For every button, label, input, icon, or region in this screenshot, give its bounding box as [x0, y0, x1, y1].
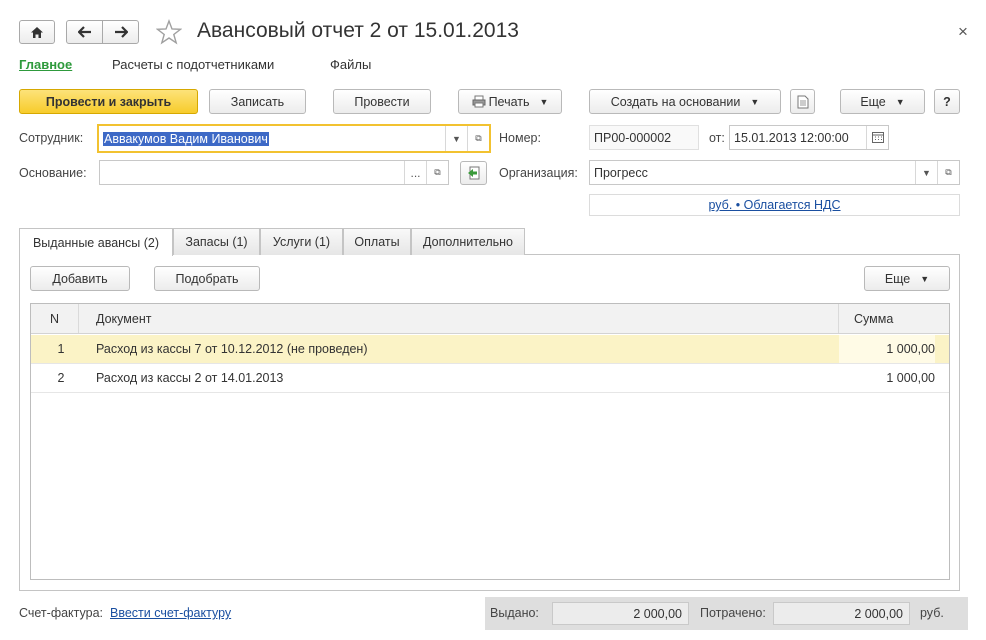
printer-icon: [472, 95, 486, 108]
row-sum: 1 000,00: [839, 335, 935, 363]
open-icon[interactable]: ⧉: [426, 161, 448, 184]
open-icon[interactable]: ⧉: [467, 126, 489, 151]
table-row[interactable]: 1 Расход из кассы 7 от 10.12.2012 (не пр…: [31, 335, 949, 364]
organization-dropdown-icon[interactable]: ▼: [915, 161, 937, 184]
more-label: Еще: [860, 94, 886, 109]
date-field[interactable]: 15.01.2013 12:00:00: [729, 125, 889, 150]
arrow-left-icon: [77, 26, 91, 38]
spent-label: Потрачено:: [700, 606, 766, 620]
table-more-label: Еще: [884, 271, 911, 286]
save-button[interactable]: Записать: [209, 89, 306, 114]
nav-tab-files[interactable]: Файлы: [330, 57, 371, 72]
fill-basis-button[interactable]: [460, 161, 487, 185]
number-label: Номер:: [499, 131, 541, 145]
forward-button[interactable]: [102, 20, 139, 44]
home-button[interactable]: [19, 20, 55, 44]
chevron-down-icon: ▼: [539, 96, 549, 107]
enter-invoice-link[interactable]: Ввести счет-фактуру: [110, 606, 231, 620]
column-header-n[interactable]: N: [31, 304, 79, 333]
currency-vat-panel: руб. • Облагается НДС: [589, 194, 960, 216]
invoice-label: Счет-фактура:: [19, 606, 104, 620]
post-button[interactable]: Провести: [333, 89, 431, 114]
employee-label: Сотрудник:: [19, 131, 84, 145]
spent-value: 2 000,00: [773, 602, 910, 625]
row-number: 2: [57, 371, 65, 385]
organization-value: Прогресс: [594, 165, 648, 180]
employee-dropdown-icon[interactable]: ▼: [445, 126, 467, 151]
print-label: Печать: [488, 94, 530, 109]
number-value: ПР00-000002: [594, 130, 672, 145]
issued-value: 2 000,00: [552, 602, 689, 625]
chevron-down-icon: ▼: [750, 96, 760, 107]
table-row[interactable]: 2 Расход из кассы 2 от 14.01.2013 1 000,…: [31, 364, 949, 393]
basis-select-button[interactable]: ...: [404, 161, 426, 184]
issued-label: Выдано:: [490, 606, 539, 620]
nav-tab-settlements[interactable]: Расчеты с подотчетниками: [112, 57, 274, 72]
chevron-down-icon: ▼: [895, 96, 905, 107]
window-title: Авансовый отчет 2 от 15.01.2013: [197, 19, 519, 42]
number-field[interactable]: ПР00-000002: [589, 125, 699, 150]
tab-services[interactable]: Услуги (1): [260, 228, 343, 255]
arrow-right-icon: [114, 26, 128, 38]
tab-inventory[interactable]: Запасы (1): [173, 228, 260, 255]
basis-field[interactable]: ... ⧉: [99, 160, 449, 185]
organization-label: Организация:: [499, 166, 578, 180]
currency-label: руб.: [920, 606, 944, 620]
nav-tab-main[interactable]: Главное: [19, 57, 72, 72]
tab-additional[interactable]: Дополнительно: [411, 228, 525, 255]
favorite-star-button[interactable]: [155, 19, 183, 45]
chevron-down-icon: ▼: [920, 273, 930, 284]
date-value: 15.01.2013 12:00:00: [734, 130, 849, 145]
open-icon[interactable]: ⧉: [937, 161, 959, 184]
calendar-icon[interactable]: [866, 126, 888, 149]
column-header-document[interactable]: Документ: [79, 304, 839, 333]
close-icon[interactable]: ×: [958, 22, 968, 42]
row-document: Расход из кассы 7 от 10.12.2012 (не пров…: [96, 342, 368, 356]
totals-panel: Выдано: 2 000,00 Потрачено: 2 000,00 руб…: [485, 597, 968, 630]
report-structure-button[interactable]: [790, 89, 815, 114]
table-header: N Документ Сумма: [31, 304, 949, 334]
post-and-close-button[interactable]: Провести и закрыть: [19, 89, 198, 114]
back-button[interactable]: [66, 20, 103, 44]
star-icon: [155, 19, 183, 45]
advances-table[interactable]: N Документ Сумма 1 Расход из кассы 7 от …: [30, 303, 950, 580]
add-button[interactable]: Добавить: [30, 266, 130, 291]
tab-issued-advances[interactable]: Выданные авансы (2): [19, 228, 173, 256]
date-label: от:: [709, 131, 725, 145]
tab-payments[interactable]: Оплаты: [343, 228, 411, 255]
create-based-on-label: Создать на основании: [610, 94, 741, 109]
create-based-on-button[interactable]: Создать на основании ▼: [589, 89, 781, 114]
print-button[interactable]: Печать ▼: [458, 89, 562, 114]
help-button[interactable]: ?: [934, 89, 960, 114]
employee-value: Аввакумов Вадим Иванович: [103, 131, 269, 146]
currency-vat-link[interactable]: руб. • Облагается НДС: [708, 198, 840, 212]
organization-field[interactable]: Прогресс ▼ ⧉: [589, 160, 960, 185]
row-number: 1: [57, 342, 65, 356]
home-icon: [31, 26, 43, 38]
more-button[interactable]: Еще ▼: [840, 89, 925, 114]
pick-button[interactable]: Подобрать: [154, 266, 260, 291]
fill-document-icon: [467, 166, 479, 180]
column-header-sum[interactable]: Сумма: [839, 304, 949, 333]
employee-field[interactable]: Аввакумов Вадим Иванович ▼ ⧉: [97, 124, 491, 153]
document-icon: [797, 95, 808, 108]
row-sum: 1 000,00: [886, 371, 935, 385]
basis-label: Основание:: [19, 166, 87, 180]
row-document: Расход из кассы 2 от 14.01.2013: [96, 371, 284, 385]
table-more-button[interactable]: Еще ▼: [864, 266, 950, 291]
